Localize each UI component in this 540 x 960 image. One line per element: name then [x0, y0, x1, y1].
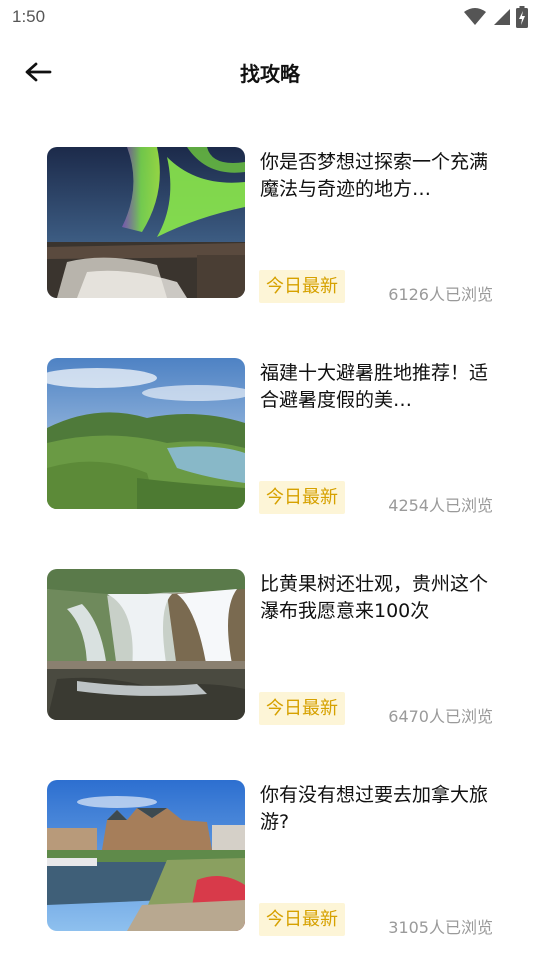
tag-badge: 今日最新: [259, 481, 345, 514]
tag-badge: 今日最新: [259, 692, 345, 725]
article-title: 比黄果树还壮观，贵州这个瀑布我愿意来100次: [260, 573, 489, 622]
cell-signal-icon: [494, 9, 510, 25]
wifi-icon: [464, 8, 486, 25]
article-card[interactable]: 你有没有想过要去加拿大旅游? 今日最新 3105人已浏览: [0, 780, 540, 937]
article-card[interactable]: 比黄果树还壮观，贵州这个瀑布我愿意来100次 今日最新 6470人已浏览: [0, 569, 540, 726]
status-bar: 1:50: [0, 0, 540, 34]
article-card[interactable]: 福建十大避暑胜地推荐！适合避暑度假的美… 今日最新 4254人已浏览: [0, 358, 540, 515]
tag-badge: 今日最新: [259, 270, 345, 303]
article-thumbnail: [47, 780, 245, 931]
tag-badge: 今日最新: [259, 903, 345, 936]
battery-icon: [516, 6, 528, 28]
article-thumbnail: [47, 358, 245, 509]
article-title: 你有没有想过要去加拿大旅游?: [260, 784, 489, 833]
article-thumbnail: [47, 147, 245, 298]
app-bar: 找攻略: [0, 40, 540, 104]
article-card[interactable]: 你是否梦想过探索一个充满魔法与奇迹的地方… 今日最新 6126人已浏览: [0, 147, 540, 304]
view-count: 4254人已浏览: [388, 496, 493, 515]
view-count: 6470人已浏览: [388, 707, 493, 726]
article-title: 你是否梦想过探索一个充满魔法与奇迹的地方…: [260, 151, 489, 200]
status-icons: [464, 6, 528, 28]
view-count: 3105人已浏览: [388, 918, 493, 937]
page-title: 找攻略: [240, 62, 300, 86]
view-count: 6126人已浏览: [388, 285, 493, 304]
status-time: 1:50: [12, 7, 46, 26]
article-title: 福建十大避暑胜地推荐！适合避暑度假的美…: [260, 362, 489, 411]
article-thumbnail: [47, 569, 245, 720]
